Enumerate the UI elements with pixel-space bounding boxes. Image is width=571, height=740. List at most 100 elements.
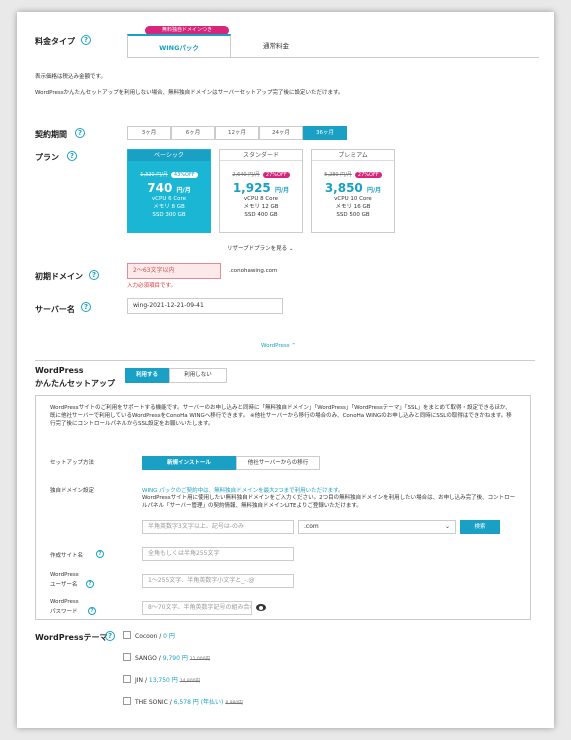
help-icon[interactable]: ? — [81, 35, 91, 45]
server-name-label: サーバー名 — [35, 305, 75, 314]
own-domain-input[interactable]: 半角英数字3文字以上、記号は-のみ — [142, 520, 294, 534]
wp-setup-use-button[interactable]: 利用する — [125, 368, 169, 383]
plan-unit: 円/月 — [176, 187, 191, 194]
setup-method-label: セットアップ方法 — [50, 460, 95, 466]
wp-user-input[interactable]: 1～255文字、半角英数字小文字と_-.@ — [142, 574, 294, 588]
plan-old-price: 5,280 円/月 — [324, 172, 352, 178]
setup-new-install-button[interactable]: 新規インストール — [142, 456, 236, 470]
theme-old-price: 11,000円 — [189, 657, 210, 662]
plan-card-standard[interactable]: スタンダード 2,640 円/月 27%OFF 1,925 円/月 vCPU 8 … — [219, 149, 303, 233]
help-icon[interactable]: ? — [81, 302, 91, 312]
theme-checkbox-jin[interactable] — [123, 675, 131, 683]
setup-migrate-button[interactable]: 他社サーバーからの移行 — [236, 456, 320, 470]
plan-unit: 円/月 — [366, 187, 382, 194]
help-icon[interactable]: ? — [88, 607, 96, 615]
help-icon[interactable]: ? — [89, 270, 99, 280]
wp-setup-panel: WordPressサイトのご利用をサポートする機能です。サーバーのお申し込みと同… — [35, 395, 531, 620]
domain-input[interactable]: 2～63文字以内 — [127, 263, 221, 279]
plan-memory: メモリ 8 GB — [153, 204, 185, 210]
theme-sango: SANGO / 9,790 円 11,000円 — [135, 655, 210, 662]
tab-wing-pack[interactable]: WINGパック — [127, 34, 231, 58]
wp-user-label-1: WordPress — [50, 572, 79, 578]
wp-pass-label-2: パスワード — [50, 609, 78, 615]
plan-unit: 円/月 — [274, 187, 290, 194]
period-6m[interactable]: 6ヶ月 — [171, 126, 215, 140]
plan-name: スタンダード — [220, 150, 302, 161]
more-plans-link[interactable]: リザーブドプランを見る ⌄ — [227, 244, 294, 252]
theme-price: 13,750 円 — [148, 677, 178, 684]
theme-the-sonic: THE SONIC / 6,578 円 (年払い) 8,980円 — [135, 699, 243, 706]
plan-cpu: vCPU 10 Core — [334, 196, 372, 202]
divider — [35, 360, 535, 361]
tld-value: .com — [304, 523, 319, 530]
plan-price: 3,850 — [324, 181, 363, 195]
theme-checkbox-sango[interactable] — [123, 653, 131, 661]
help-icon[interactable]: ? — [86, 580, 94, 588]
tld-select[interactable]: .com ⌄ — [298, 520, 456, 534]
wp-password-input[interactable]: 8～70文字、半角英数字記号の組み合わせ — [142, 601, 252, 615]
more-plans-label: リザーブドプランを見る — [227, 246, 288, 252]
site-name-input[interactable]: 全角もしくは半角255文字 — [142, 547, 294, 561]
theme-price: 9,790 円 — [162, 655, 188, 662]
plan-card-premium[interactable]: プレミアム 5,280 円/月 27%OFF 3,850 円/月 vCPU 10 … — [311, 149, 395, 233]
theme-checkbox-cocoon[interactable] — [123, 631, 131, 639]
discount-badge: 43%OFF — [170, 172, 198, 178]
help-icon[interactable]: ? — [105, 631, 115, 641]
domain-label: 初期ドメイン — [35, 272, 83, 281]
wordpress-toggle[interactable]: WordPress ⌃ — [261, 343, 296, 349]
theme-jin: JIN / 13,750 円 14,800円 — [135, 677, 200, 684]
plan-price: 1,925 — [232, 181, 271, 195]
wp-setup-label-1: WordPress — [35, 366, 84, 375]
plan-price: 740 — [147, 181, 173, 195]
fee-type-label: 料金タイプ — [35, 37, 75, 46]
period-label: 契約期間 — [35, 130, 67, 139]
theme-price: 0 円 — [163, 633, 175, 640]
chevron-up-icon: ⌃ — [291, 343, 296, 349]
period-24m[interactable]: 24ヶ月 — [259, 126, 303, 140]
plan-cpu: vCPU 8 Core — [243, 196, 279, 202]
wp-note: WordPressかんたんセットアップを利用しない場合、無料独自ドメインはサーバ… — [35, 90, 344, 96]
wp-setup-info: WordPressサイトのご利用をサポートする機能です。サーバーのお申し込みと同… — [50, 405, 512, 427]
plan-ssd: SSD 300 GB — [152, 212, 186, 218]
help-icon[interactable]: ? — [96, 550, 104, 558]
plan-ssd: SSD 500 GB — [336, 212, 370, 218]
discount-badge: 27%OFF — [354, 172, 382, 178]
plan-ssd: SSD 400 GB — [244, 212, 278, 218]
plan-label: プラン — [35, 153, 59, 162]
server-name-input[interactable]: wing-2021-12-21-09-41 — [127, 298, 283, 314]
period-36m[interactable]: 36ヶ月 — [303, 126, 347, 140]
theme-price: 6,578 円 (年払い) — [173, 699, 224, 706]
own-domain-label: 独自ドメイン設定 — [50, 488, 95, 494]
period-3m[interactable]: 3ヶ月 — [127, 126, 171, 140]
plan-memory: メモリ 12 GB — [243, 204, 279, 210]
domain-note-1: WING パックのご契約中は、無料独自ドメインを最大2つまで利用いただけます。 — [142, 488, 344, 494]
tab-divider — [127, 57, 539, 58]
chevron-down-icon: ⌄ — [288, 246, 294, 252]
order-form: 料金タイプ ? 無料独自ドメインつき WINGパック 通常料金 表示価格は税込み… — [17, 12, 554, 728]
tax-note: 表示価格は税込み金額です。 — [35, 74, 106, 80]
tab-normal-price[interactable]: 通常料金 — [231, 34, 321, 58]
help-icon[interactable]: ? — [67, 151, 77, 161]
domain-error: 入力必須項目です。 — [127, 283, 176, 289]
plan-memory: メモリ 16 GB — [335, 204, 371, 210]
wp-user-label-2: ユーザー名 — [50, 582, 78, 588]
wp-theme-label: WordPressテーマ — [35, 633, 108, 642]
site-name-label: 作成サイト名 — [50, 553, 84, 559]
chevron-down-icon: ⌄ — [444, 523, 450, 530]
domain-note-2: WordPressサイト用に使用したい無料独自ドメインをご入力ください。2つ目の… — [142, 495, 516, 509]
theme-checkbox-the-sonic[interactable] — [123, 697, 131, 705]
eye-icon[interactable] — [256, 604, 266, 611]
wp-setup-nouse-button[interactable]: 利用しない — [169, 368, 227, 383]
theme-cocoon: Cocoon / 0 円 — [135, 633, 175, 640]
wp-pass-label-1: WordPress — [50, 599, 79, 605]
plan-card-basic[interactable]: ベーシック 1,320 円/月 43%OFF 740 円/月 vCPU 6 Cor… — [127, 149, 211, 233]
plan-old-price: 1,320 円/月 — [140, 172, 168, 178]
theme-name: Cocoon — [135, 633, 158, 640]
wp-setup-label-2: かんたんセットアップ — [35, 379, 115, 388]
help-icon[interactable]: ? — [75, 128, 85, 138]
theme-name: SANGO — [135, 655, 157, 662]
discount-badge: 27%OFF — [262, 172, 290, 178]
period-12m[interactable]: 12ヶ月 — [215, 126, 259, 140]
domain-search-button[interactable]: 検索 — [460, 520, 500, 534]
theme-old-price: 8,980円 — [225, 701, 243, 706]
